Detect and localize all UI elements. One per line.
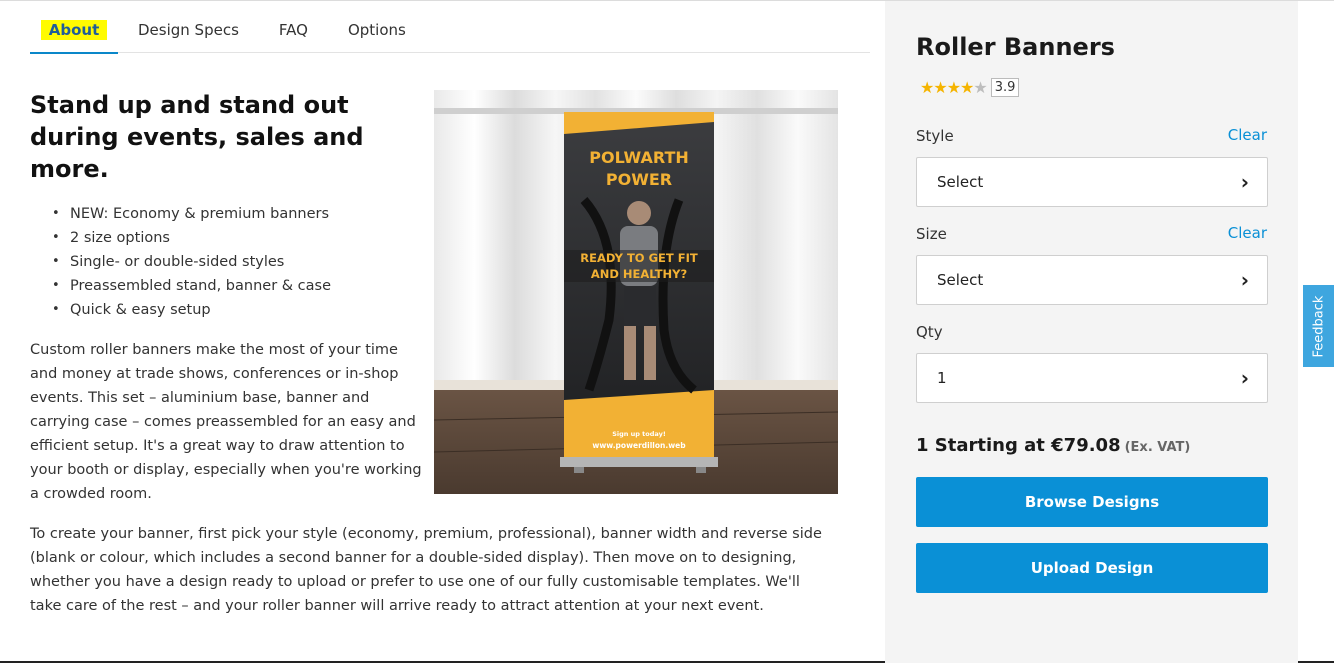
banner-title-line1: POLWARTH [589,148,689,167]
banner-footer-line1: Sign up today! [612,430,666,438]
feature-item: Single- or double-sided styles [52,250,412,274]
product-image: POLWARTH POWER READY TO GET FIT AND HEAL… [434,90,838,494]
tab-options[interactable]: Options [348,15,406,53]
price-text: 1 Starting at €79.08 [916,435,1121,456]
star-icon: ★ [973,78,987,97]
feature-item: Preassembled stand, banner & case [52,274,412,298]
qty-label: Qty [916,323,943,341]
description-paragraph-1: Custom roller banners make the most of y… [30,342,422,502]
chevron-right-icon: › [1240,268,1249,292]
size-clear-link[interactable]: Clear [1228,224,1267,242]
product-rating[interactable]: ★★★★★ 3.9 [920,78,1020,97]
product-config-panel: Roller Banners ★★★★★ 3.9 Style Clear Sel… [885,1,1298,663]
page: About Design Specs FAQ Options Stand up … [0,0,1334,663]
size-select-value: Select [937,271,984,289]
star-icon: ★ [920,78,934,97]
feature-item: Quick & easy setup [52,298,412,322]
tab-design-specs[interactable]: Design Specs [138,15,239,53]
tab-about[interactable]: About [30,15,118,54]
vat-note: (Ex. VAT) [1124,440,1191,455]
chevron-right-icon: › [1240,366,1249,390]
star-icon: ★ [933,78,947,97]
browse-designs-button[interactable]: Browse Designs [916,477,1268,527]
star-icon: ★ [946,78,961,97]
description-paragraph-2: To create your banner, first pick your s… [30,526,822,614]
style-select[interactable]: Select › [916,157,1268,207]
banner-title-line2: POWER [606,170,672,189]
tab-about-label: About [40,20,108,40]
star-icon: ★ [960,78,974,97]
size-label: Size [916,225,947,243]
feedback-label: Feedback [1311,295,1327,357]
style-label: Style [916,127,954,145]
star-rating: ★★★★★ [920,78,988,97]
feature-item: NEW: Economy & premium banners [52,202,412,226]
size-select[interactable]: Select › [916,255,1268,305]
chevron-right-icon: › [1240,170,1249,194]
upload-design-button[interactable]: Upload Design [916,543,1268,593]
feature-item: 2 size options [52,226,412,250]
qty-select[interactable]: 1 › [916,353,1268,403]
feature-list: NEW: Economy & premium banners 2 size op… [52,202,412,322]
banner-tagline-line2: AND HEALTHY? [591,267,687,281]
banner-tagline-line1: READY TO GET FIT [580,251,698,265]
tab-bar: About Design Specs FAQ Options [30,15,870,54]
tab-faq[interactable]: FAQ [279,15,308,53]
product-title: Roller Banners [916,33,1115,61]
rating-value: 3.9 [990,78,1020,97]
style-select-value: Select [937,173,984,191]
banner-footer-line2: www.powerdillon.web [592,441,686,450]
price-display: 1 Starting at €79.08 (Ex. VAT) [916,435,1190,456]
style-clear-link[interactable]: Clear [1228,126,1267,144]
product-headline: Stand up and stand out during events, sa… [30,91,364,183]
feedback-tab[interactable]: Feedback [1303,285,1334,367]
qty-select-value: 1 [937,369,947,387]
